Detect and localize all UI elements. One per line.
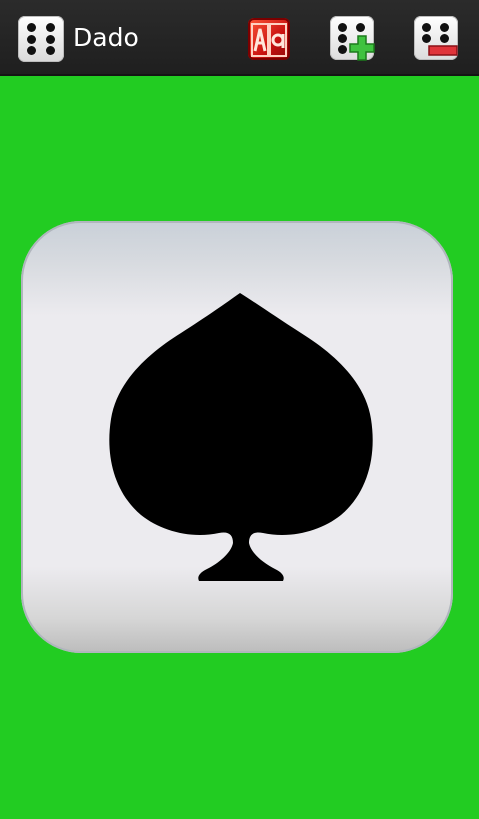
pip <box>46 23 55 32</box>
pip <box>338 23 347 32</box>
app-die-icon[interactable] <box>18 16 64 62</box>
spade-icon <box>109 293 373 581</box>
pip <box>422 23 431 32</box>
pip <box>27 34 36 44</box>
pip <box>338 34 347 43</box>
app-screen: Dado <box>0 0 479 819</box>
pip <box>356 23 365 32</box>
pip <box>46 34 55 44</box>
action-bar: Dado <box>0 0 479 76</box>
die-remove-icon <box>414 16 458 60</box>
pip <box>46 46 55 55</box>
pip <box>422 34 431 43</box>
letter-block-glyphs <box>251 23 287 57</box>
die-face[interactable] <box>21 221 453 653</box>
letter-block-icon <box>248 18 290 60</box>
plus-icon <box>349 35 375 61</box>
pip <box>27 46 36 55</box>
pip <box>440 34 449 43</box>
remove-die-button[interactable] <box>414 16 460 62</box>
app-title: Dado <box>73 23 139 52</box>
pip <box>338 45 347 54</box>
pip <box>440 23 449 32</box>
add-die-button[interactable] <box>330 16 376 62</box>
minus-icon <box>428 45 458 56</box>
letter-dice-button[interactable] <box>246 16 292 62</box>
die-add-icon <box>330 16 375 61</box>
pip <box>27 23 36 32</box>
